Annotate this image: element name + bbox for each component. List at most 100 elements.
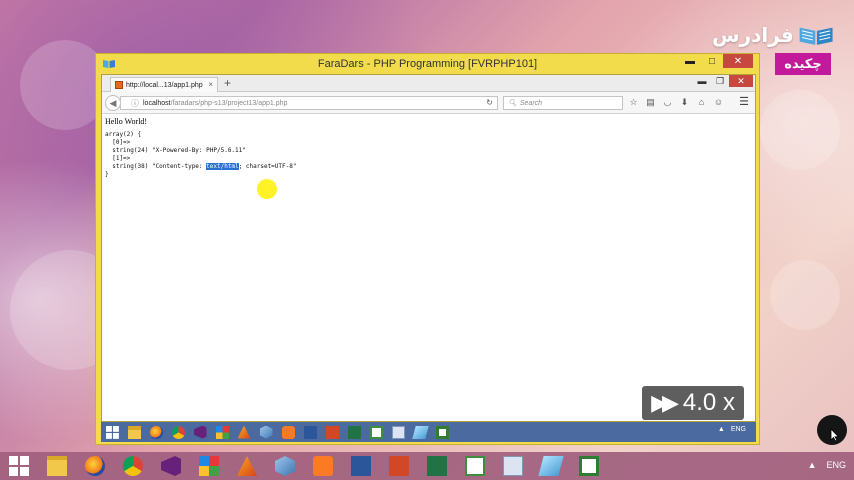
xampp-icon [313, 456, 333, 476]
paint-icon [411, 425, 429, 439]
inner-taskbar-app[interactable] [167, 423, 189, 441]
dump-line: string(24) "X-Powered-By: PHP/5.6.11" [105, 147, 246, 154]
virtualbox-icon [275, 456, 295, 476]
taskbar: ▲ ENG [0, 452, 854, 480]
browser-restore-button[interactable]: ❐ [711, 75, 729, 87]
dump-line: string(38) "Content-type: text/html; cha… [105, 163, 745, 171]
faradars-logo: فرادرس [712, 20, 834, 50]
taskbar-app[interactable] [494, 452, 532, 480]
taskbar-app[interactable] [114, 452, 152, 480]
tab-close-icon[interactable]: × [208, 80, 213, 89]
word-icon [351, 456, 371, 476]
taskbar-app[interactable] [342, 452, 380, 480]
matlab-icon [237, 456, 257, 476]
taskbar-app[interactable] [228, 452, 266, 480]
inner-taskbar-app[interactable] [409, 423, 431, 441]
bookmark-star-icon[interactable]: ☆ [628, 95, 639, 109]
background-bokeh [760, 90, 840, 170]
inner-language-indicator[interactable]: ENG [731, 426, 746, 433]
tray-chevron-icon[interactable]: ▲ [808, 460, 817, 470]
taskbar-app[interactable] [38, 452, 76, 480]
taskbar-app[interactable] [190, 452, 228, 480]
pocket-icon[interactable]: ◡ [662, 95, 673, 109]
camtasia-icon [435, 425, 449, 439]
taskbar-app[interactable] [76, 452, 114, 480]
menu-icon[interactable]: ☰ [739, 95, 749, 108]
site-info-icon[interactable]: ⓘ [131, 98, 139, 109]
system-tray: ▲ ENG [808, 460, 846, 470]
virtualbox-icon [259, 425, 273, 439]
var-dump-output: array(2) { [0]=> string(24) "X-Powered-B… [105, 131, 745, 179]
reload-icon[interactable]: ↻ [486, 98, 493, 107]
address-bar[interactable]: ⓘ localhost/faradars/php-s13/project13/a… [120, 96, 498, 110]
inner-taskbar-app[interactable] [431, 423, 453, 441]
visual-studio-icon [161, 456, 181, 476]
taskbar-app[interactable] [532, 452, 570, 480]
minimize-button[interactable]: ▬ [679, 54, 701, 68]
summary-badge: چکیده [775, 53, 831, 75]
search-icon: 🔍︎ [508, 100, 517, 107]
playback-speed-badge: ▶▶ 4.0 x [642, 386, 744, 420]
chat-icon[interactable]: ☺ [713, 95, 724, 109]
fast-forward-icon: ▶▶ [651, 390, 679, 415]
browser-close-button[interactable]: ✕ [729, 75, 753, 87]
inner-taskbar-app[interactable] [277, 423, 299, 441]
folder-icon [47, 456, 67, 476]
inner-taskbar-app[interactable] [145, 423, 167, 441]
url-host: localhost [143, 99, 171, 107]
inner-taskbar-app[interactable] [365, 423, 387, 441]
windows-logo-icon [9, 456, 29, 476]
chrome-icon [171, 425, 185, 439]
close-button[interactable]: ✕ [723, 54, 753, 68]
inner-taskbar-app[interactable] [343, 423, 365, 441]
search-box[interactable]: 🔍︎ Search [503, 96, 623, 110]
back-button[interactable]: ◀ [105, 95, 121, 111]
inner-taskbar-app[interactable] [387, 423, 409, 441]
taskbar-app[interactable] [380, 452, 418, 480]
excel-icon [347, 425, 361, 439]
tray-chevron-icon[interactable]: ▲ [718, 426, 725, 433]
taskbar-app[interactable] [418, 452, 456, 480]
window-title: FaraDars - PHP Programming [FVRPHP101] [317, 58, 538, 70]
taskbar-app[interactable] [304, 452, 342, 480]
taskbar-app[interactable] [570, 452, 608, 480]
inner-taskbar-app[interactable] [189, 423, 211, 441]
inner-taskbar-app[interactable] [211, 423, 233, 441]
hello-heading: Hello World! [105, 117, 148, 126]
speed-value: 4.0 x [682, 389, 735, 416]
reading-list-icon[interactable]: ▤ [645, 95, 656, 109]
maximize-button[interactable]: □ [701, 54, 723, 68]
inner-taskbar-app[interactable] [299, 423, 321, 441]
new-tab-button[interactable]: + [224, 76, 231, 90]
browser-tab[interactable]: http://local...13/app1.php × [110, 77, 218, 92]
xampp-icon [281, 425, 295, 439]
chrome-icon [123, 456, 143, 476]
logo-text: فرادرس [712, 23, 794, 47]
dump-line-prefix: string(38) "Content-type: [105, 163, 207, 170]
language-indicator[interactable]: ENG [826, 460, 846, 470]
inner-taskbar-app[interactable] [255, 423, 277, 441]
taskbar-app[interactable] [152, 452, 190, 480]
inner-start-button[interactable] [101, 423, 123, 441]
calculator-icon [503, 456, 523, 476]
selected-text[interactable]: text/html [206, 163, 239, 170]
inner-taskbar-app[interactable] [321, 423, 343, 441]
blocks-icon [215, 425, 229, 439]
cursor-highlight [257, 179, 277, 199]
navigation-bar: ◀ ⓘ localhost/faradars/php-s13/project13… [102, 92, 755, 114]
open-book-icon [799, 27, 833, 45]
download-icon[interactable]: ⬇ [679, 95, 690, 109]
url-path: /faradars/php-s13/project13/app1.php [170, 99, 288, 107]
windows-logo-icon [105, 425, 119, 439]
taskbar-app[interactable] [266, 452, 304, 480]
taskbar-app[interactable] [456, 452, 494, 480]
start-button[interactable] [0, 452, 38, 480]
dump-line: array(2) { [105, 131, 142, 138]
visual-studio-icon [193, 425, 207, 439]
inner-taskbar-app[interactable] [233, 423, 255, 441]
browser-minimize-button[interactable]: ▬ [693, 75, 711, 87]
inner-taskbar-app[interactable] [123, 423, 145, 441]
excel-icon [427, 456, 447, 476]
tab-strip: http://local...13/app1.php × + ▬ ❐ ✕ [102, 75, 755, 92]
home-icon[interactable]: ⌂ [696, 95, 707, 109]
